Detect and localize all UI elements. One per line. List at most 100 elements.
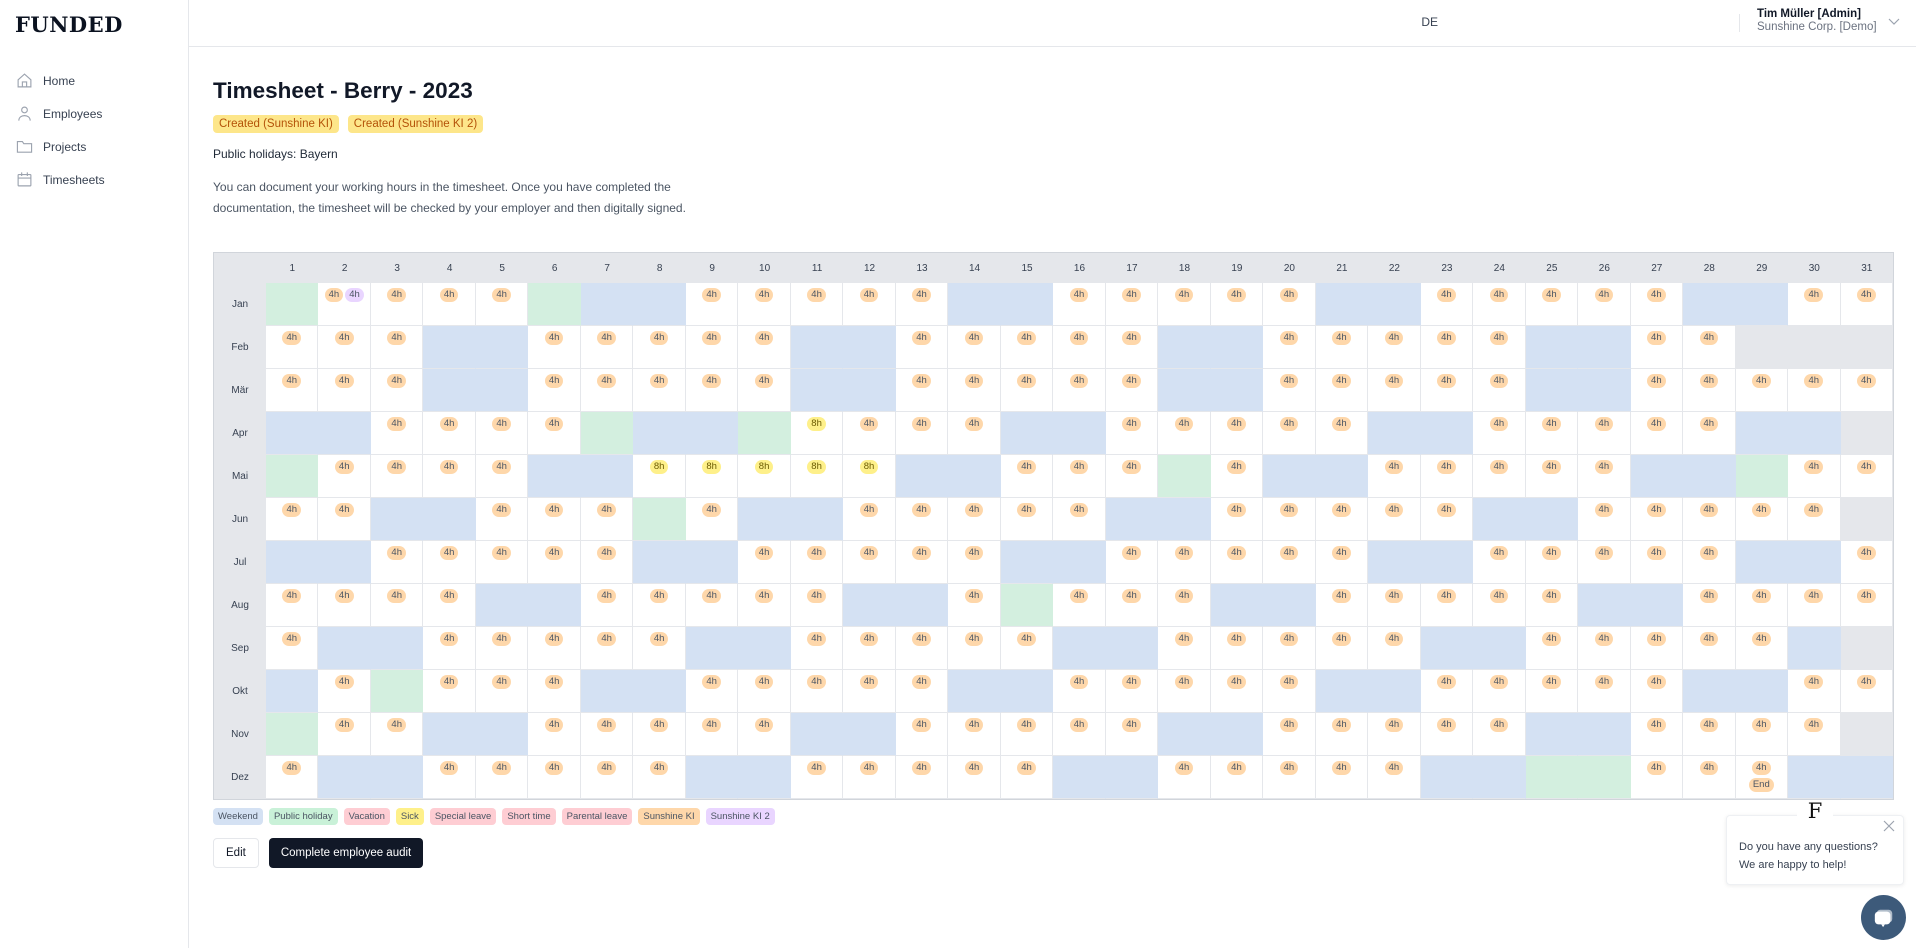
day-cell[interactable]: 4h bbox=[1630, 713, 1684, 756]
day-cell[interactable]: 4h bbox=[1683, 541, 1736, 584]
day-cell[interactable]: 4h bbox=[1210, 283, 1264, 326]
day-cell[interactable]: 4h bbox=[738, 584, 791, 627]
weekend-cell[interactable] bbox=[475, 584, 529, 627]
entry-chip-sunshine-ki[interactable]: 4h bbox=[387, 288, 406, 302]
entry-chip-sunshine-ki[interactable]: 4h bbox=[334, 589, 354, 603]
day-cell[interactable]: 4h bbox=[948, 412, 1001, 455]
day-cell[interactable]: 4h bbox=[1788, 498, 1841, 541]
entry-chip-sunshine-ki[interactable]: 4h bbox=[649, 374, 669, 388]
weekend-cell[interactable] bbox=[1263, 455, 1316, 498]
entry-chip-sunshine-ki[interactable]: 4h bbox=[964, 761, 984, 775]
day-cell[interactable]: 4h bbox=[1525, 670, 1579, 713]
entry-chip-sunshine-ki[interactable]: 4h bbox=[544, 718, 564, 732]
day-cell[interactable]: 4h bbox=[528, 713, 581, 756]
entry-chip-sunshine-ki[interactable]: 4h bbox=[1122, 589, 1141, 603]
entry-chip-sunshine-ki[interactable]: 4h bbox=[387, 589, 406, 603]
entry-chip-sunshine-ki[interactable]: 4h bbox=[859, 761, 879, 775]
entry-chip-sick[interactable]: 8h bbox=[807, 460, 826, 474]
day-cell[interactable]: 4h bbox=[1263, 756, 1316, 799]
entry-chip-sunshine-ki[interactable]: 4h bbox=[597, 632, 616, 646]
weekend-cell[interactable] bbox=[1420, 627, 1474, 670]
weekend-cell[interactable] bbox=[1210, 584, 1264, 627]
entry-chip-sunshine-ki[interactable]: 4h bbox=[754, 718, 774, 732]
day-cell[interactable]: 4h bbox=[843, 283, 896, 326]
day-cell[interactable]: 4h bbox=[1315, 627, 1369, 670]
day-cell[interactable]: 4h bbox=[843, 498, 896, 541]
day-cell[interactable]: 4h bbox=[1368, 326, 1421, 369]
entry-chip-sunshine-ki[interactable]: 4h bbox=[1227, 288, 1246, 302]
day-cell[interactable]: 4h bbox=[738, 713, 791, 756]
sidebar-item-home[interactable]: Home bbox=[0, 64, 188, 97]
day-cell[interactable]: 4h bbox=[1210, 756, 1264, 799]
edit-button[interactable]: Edit bbox=[213, 838, 259, 868]
day-cell[interactable]: 4h bbox=[790, 627, 844, 670]
day-cell[interactable]: 4h bbox=[1788, 369, 1841, 412]
entry-chip-sunshine-ki[interactable]: 4h bbox=[1279, 288, 1299, 302]
day-cell[interactable]: 4h bbox=[843, 627, 896, 670]
entry-chip-sunshine-ki[interactable]: 4h bbox=[964, 718, 984, 732]
entry-chip-sunshine-ki[interactable]: 4h bbox=[702, 675, 721, 689]
entry-chip-sunshine-ki[interactable]: 4h bbox=[1017, 632, 1036, 646]
entry-chip-sick[interactable]: 8h bbox=[859, 460, 879, 474]
weekend-cell[interactable] bbox=[1000, 670, 1054, 713]
entry-chip-sunshine-ki[interactable]: 4h bbox=[282, 503, 302, 517]
day-cell[interactable]: 4h bbox=[1368, 713, 1421, 756]
day-cell[interactable]: 4h bbox=[1525, 283, 1579, 326]
entry-chip-sunshine-ki[interactable]: 4h bbox=[1647, 718, 1666, 732]
day-cell[interactable]: 4h bbox=[1263, 713, 1316, 756]
weekend-cell[interactable] bbox=[1105, 756, 1159, 799]
day-cell[interactable]: 4h bbox=[1735, 713, 1789, 756]
day-cell[interactable]: 4h bbox=[475, 498, 529, 541]
day-cell[interactable]: 4h bbox=[318, 498, 371, 541]
day-cell[interactable]: 4h bbox=[1420, 455, 1474, 498]
entry-chip-sunshine-ki[interactable]: 4h bbox=[1174, 589, 1194, 603]
entry-chip-sunshine-ki[interactable]: 4h bbox=[1279, 503, 1299, 517]
day-cell[interactable]: 4h bbox=[1525, 584, 1579, 627]
holiday-cell[interactable] bbox=[1158, 455, 1211, 498]
day-cell[interactable]: 4h bbox=[1368, 584, 1421, 627]
weekend-cell[interactable] bbox=[1683, 670, 1736, 713]
weekend-cell[interactable] bbox=[1000, 283, 1054, 326]
day-cell[interactable]: 4h bbox=[1158, 412, 1211, 455]
entry-chip-sunshine-ki[interactable]: 4h bbox=[1594, 675, 1614, 689]
day-cell[interactable]: 4h bbox=[843, 670, 896, 713]
entry-chip-sunshine-ki[interactable]: 4h bbox=[807, 632, 826, 646]
entry-chip-sick[interactable]: 8h bbox=[807, 417, 826, 431]
day-cell[interactable]: 4h bbox=[685, 670, 739, 713]
day-cell[interactable]: 4h bbox=[895, 756, 949, 799]
weekend-cell[interactable] bbox=[1525, 326, 1579, 369]
weekend-cell[interactable] bbox=[1788, 756, 1841, 799]
day-cell[interactable]: 4h bbox=[1630, 670, 1684, 713]
day-cell[interactable]: 4h bbox=[633, 584, 686, 627]
entry-chip-sunshine-ki[interactable]: 4h bbox=[1699, 546, 1719, 560]
weekend-cell[interactable] bbox=[266, 670, 319, 713]
chat-button[interactable] bbox=[1861, 895, 1906, 940]
day-cell[interactable]: 4h bbox=[1683, 627, 1736, 670]
entry-chip-sunshine-ki[interactable]: 4h bbox=[1699, 417, 1719, 431]
entry-chip-sunshine-ki[interactable]: 4h bbox=[754, 675, 774, 689]
day-cell[interactable]: 4h bbox=[370, 455, 424, 498]
entry-chip-sunshine-ki[interactable]: 4h bbox=[1647, 331, 1666, 345]
entry-chip-sunshine-ki[interactable]: 4h bbox=[754, 288, 774, 302]
entry-chip-sunshine-ki[interactable]: 4h bbox=[439, 288, 459, 302]
weekend-cell[interactable] bbox=[633, 670, 686, 713]
entry-chip-sunshine-ki[interactable]: 4h bbox=[1489, 374, 1509, 388]
day-cell[interactable]: 4h bbox=[1630, 498, 1684, 541]
day-cell[interactable]: 4h bbox=[1525, 627, 1579, 670]
weekend-cell[interactable] bbox=[318, 756, 371, 799]
entry-chip-sunshine-ki[interactable]: 4h bbox=[1594, 288, 1614, 302]
weekend-cell[interactable] bbox=[1735, 541, 1789, 584]
day-cell[interactable]: 4h bbox=[843, 541, 896, 584]
weekend-cell[interactable] bbox=[1735, 283, 1789, 326]
weekend-cell[interactable] bbox=[843, 713, 896, 756]
entry-chip-sunshine-ki[interactable]: 4h bbox=[912, 503, 931, 517]
weekend-cell[interactable] bbox=[1473, 498, 1526, 541]
language-switcher[interactable]: DE bbox=[1421, 15, 1438, 29]
holiday-cell[interactable] bbox=[580, 412, 634, 455]
day-cell[interactable]: 4h bbox=[318, 713, 371, 756]
weekend-cell[interactable] bbox=[1315, 283, 1369, 326]
day-cell[interactable]: 4h bbox=[843, 412, 896, 455]
entry-chip-sunshine-ki[interactable]: 4h bbox=[1752, 589, 1771, 603]
entry-chip-sunshine-ki[interactable]: 4h bbox=[544, 761, 564, 775]
day-cell[interactable]: 4h bbox=[948, 541, 1001, 584]
